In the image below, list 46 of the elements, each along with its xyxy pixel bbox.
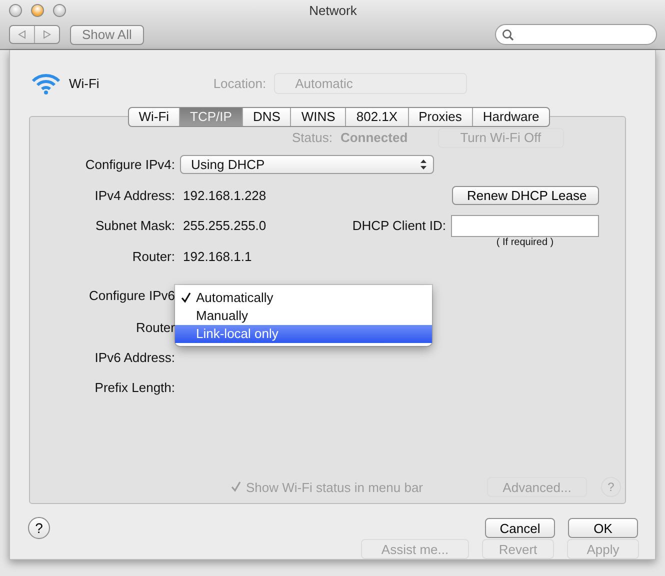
search-field[interactable] xyxy=(495,24,657,45)
field-value: 255.255.255.0 xyxy=(182,218,266,234)
service-name: Wi-Fi xyxy=(69,76,100,92)
field-label: IPv4 Address: xyxy=(94,188,176,204)
forward-arrow-icon xyxy=(43,30,51,39)
field-label: IPv6 Address: xyxy=(94,350,176,366)
help-button[interactable]: ? xyxy=(28,517,50,539)
field-label: Configure IPv4: xyxy=(84,157,176,172)
field-label: Configure IPv6 xyxy=(88,288,176,304)
menu-item[interactable]: Link-local only xyxy=(175,324,432,343)
renew-dhcp-button[interactable]: Renew DHCP Lease xyxy=(452,186,599,206)
tab[interactable]: Proxies xyxy=(408,108,472,126)
field-label: Router: xyxy=(131,248,176,264)
menu-item[interactable]: Automatically xyxy=(175,288,432,307)
field-label: Subnet Mask: xyxy=(94,218,176,234)
hint-text: ( If required ) xyxy=(496,236,554,248)
show-all-button[interactable]: Show All xyxy=(70,24,144,44)
field-value: 192.168.1.1 xyxy=(182,248,252,264)
minimize-window-button[interactable] xyxy=(31,4,44,17)
tab[interactable]: Hardware xyxy=(472,108,550,126)
search-icon xyxy=(502,28,514,40)
stepper-icon xyxy=(420,159,427,170)
cancel-button[interactable]: Cancel xyxy=(485,518,555,538)
status-label: Status: xyxy=(292,130,332,146)
tab[interactable]: Wi-Fi xyxy=(128,108,180,126)
location-label: Location: xyxy=(213,76,266,92)
menu-item[interactable]: Manually xyxy=(175,306,432,325)
client-id-field[interactable] xyxy=(451,214,599,237)
check-icon xyxy=(181,292,191,304)
field-label: Prefix Length: xyxy=(94,380,176,396)
zoom-window-button[interactable] xyxy=(53,4,66,17)
tab[interactable]: 802.1X xyxy=(345,108,408,126)
check-icon xyxy=(231,481,241,492)
window-title: Network xyxy=(309,3,357,18)
ok-button[interactable]: OK xyxy=(568,518,638,538)
field-value: 192.168.1.228 xyxy=(182,188,266,204)
wifi-icon xyxy=(31,72,61,95)
configure-ipv4-select[interactable]: Using DHCP xyxy=(180,155,434,174)
back-arrow-icon xyxy=(18,30,26,39)
tab[interactable]: WINS xyxy=(290,108,346,126)
field-label: Router xyxy=(134,320,176,336)
tab[interactable]: DNS xyxy=(242,108,290,126)
status-value: Connected xyxy=(340,130,408,146)
field-label: DHCP Client ID: xyxy=(352,218,446,234)
checkbox[interactable] xyxy=(231,481,243,493)
close-window-button[interactable] xyxy=(9,4,22,17)
